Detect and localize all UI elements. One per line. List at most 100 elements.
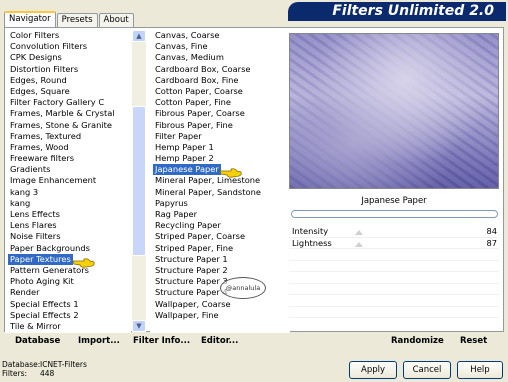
filter-item[interactable]: Fibrous Paper, Fine bbox=[150, 120, 290, 131]
slider-handle-icon[interactable] bbox=[355, 241, 363, 247]
filter-item[interactable]: Recycling Paper bbox=[150, 220, 290, 231]
category-item[interactable]: Paper Backgrounds bbox=[5, 243, 131, 254]
item-label: Special Effects 1 bbox=[10, 298, 79, 309]
item-label: Filter Paper bbox=[155, 130, 202, 141]
param-row-lightness[interactable]: Lightness 87 bbox=[289, 237, 499, 249]
category-item[interactable]: Lens Effects bbox=[5, 209, 131, 220]
reset-button[interactable]: Reset bbox=[460, 336, 487, 346]
filter-item[interactable]: Structure Paper 1 bbox=[150, 254, 290, 265]
filter-item[interactable]: Cardboard Box, Coarse bbox=[150, 64, 290, 75]
filter-info-button[interactable]: Filter Info... bbox=[133, 336, 190, 346]
category-item[interactable]: Photo Aging Kit bbox=[5, 276, 131, 287]
filter-item[interactable]: Cotton Paper, Fine bbox=[150, 97, 290, 108]
filter-item[interactable]: Striped Paper, Fine bbox=[150, 243, 290, 254]
randomize-button[interactable]: Randomize bbox=[391, 336, 444, 346]
slider-handle-icon[interactable] bbox=[355, 230, 363, 235]
cancel-button[interactable]: Cancel bbox=[403, 361, 451, 379]
filter-item[interactable]: Fibrous Paper, Coarse bbox=[150, 108, 290, 119]
item-label: Cotton Paper, Fine bbox=[155, 97, 231, 108]
import-button[interactable]: Import... bbox=[78, 336, 120, 346]
item-label: Cotton Paper, Coarse bbox=[155, 85, 243, 96]
filter-item[interactable]: Striped Paper, Coarse bbox=[150, 231, 290, 242]
category-item[interactable]: Special Effects 1 bbox=[5, 299, 131, 310]
category-item[interactable]: kang bbox=[5, 198, 131, 209]
filter-item[interactable]: Filter Paper bbox=[150, 131, 290, 142]
param-value: 84 bbox=[486, 226, 497, 236]
database-button[interactable]: Database bbox=[15, 336, 60, 346]
category-scrollbar[interactable]: ▲ ▼ bbox=[132, 30, 146, 332]
tab-bar: Navigator Presets About bbox=[4, 11, 135, 27]
param-label: Intensity bbox=[292, 226, 329, 236]
category-item[interactable]: Filter Factory Gallery C bbox=[5, 97, 131, 108]
item-label: Rag Paper bbox=[155, 209, 198, 219]
item-label: Render bbox=[10, 287, 40, 298]
item-label: Distortion Filters bbox=[10, 63, 79, 74]
filter-item[interactable]: Hemp Paper 1 bbox=[150, 142, 290, 153]
filter-item[interactable]: Papyrus bbox=[150, 198, 290, 209]
param-label: Lightness bbox=[292, 237, 332, 248]
category-item[interactable]: Edges, Square bbox=[5, 86, 131, 97]
category-item[interactable]: kang 3 bbox=[5, 187, 131, 198]
param-row-intensity[interactable]: Intensity 84 bbox=[289, 226, 499, 238]
category-item[interactable]: Freeware filters bbox=[5, 153, 131, 164]
item-label: Wallpaper, Coarse bbox=[155, 298, 231, 309]
category-item[interactable]: Frames, Wood bbox=[5, 142, 131, 153]
category-item[interactable]: Convolution Filters bbox=[5, 41, 131, 52]
category-item[interactable]: Image Enhancement bbox=[5, 175, 131, 186]
item-label: Cardboard Box, Fine bbox=[155, 74, 239, 85]
filter-item[interactable]: Mineral Paper, Sandstone bbox=[150, 187, 290, 198]
category-item[interactable]: Gradients bbox=[5, 164, 131, 175]
item-label: Japanese Paper bbox=[153, 164, 221, 176]
category-list[interactable]: Color Filters Convolution Filters CPK Desi… bbox=[5, 30, 131, 333]
item-label: Lens Flares bbox=[10, 220, 57, 231]
item-label: Structure Paper 1 bbox=[155, 253, 228, 264]
item-label: Fibrous Paper, Coarse bbox=[155, 108, 245, 119]
category-item[interactable]: Lens Flares bbox=[5, 220, 131, 231]
category-item[interactable]: Frames, Textured bbox=[5, 131, 131, 142]
filter-item[interactable]: Canvas, Medium bbox=[150, 52, 290, 63]
tab-about[interactable]: About bbox=[98, 13, 134, 27]
filter-item[interactable]: Rag Paper bbox=[150, 209, 290, 220]
category-item[interactable]: Render bbox=[5, 287, 131, 298]
category-item[interactable]: Special Effects 2 bbox=[5, 310, 131, 321]
item-label: Freeware filters bbox=[10, 153, 75, 164]
category-item[interactable]: Frames, Marble & Crystal bbox=[5, 108, 131, 119]
watermark-stamp: @annalula bbox=[220, 277, 266, 299]
item-label: Striped Paper, Coarse bbox=[155, 231, 246, 242]
category-item[interactable]: Pattern Generators bbox=[5, 265, 131, 276]
item-label: Striped Paper, Fine bbox=[155, 242, 234, 253]
category-item[interactable]: Noise Filters bbox=[5, 231, 131, 242]
category-item[interactable]: Frames, Stone & Granite bbox=[5, 120, 131, 131]
item-label: Fibrous Paper, Fine bbox=[155, 119, 233, 130]
scroll-up-button[interactable]: ▲ bbox=[132, 30, 146, 42]
item-label: Special Effects 2 bbox=[10, 309, 79, 320]
category-item[interactable]: Tile & Mirror bbox=[5, 321, 131, 332]
filter-item[interactable]: Cotton Paper, Coarse bbox=[150, 86, 290, 97]
category-item[interactable]: CPK Designs bbox=[5, 52, 131, 63]
category-item[interactable]: Color Filters bbox=[5, 30, 131, 41]
item-label: Papyrus bbox=[155, 197, 188, 208]
category-item[interactable]: Edges, Round bbox=[5, 75, 131, 86]
category-item[interactable]: Distortion Filters bbox=[5, 64, 131, 75]
tab-presets[interactable]: Presets bbox=[56, 13, 98, 27]
scroll-thumb[interactable] bbox=[132, 106, 146, 256]
tab-navigator[interactable]: Navigator bbox=[4, 11, 56, 27]
app-title: Filters Unlimited 2.0 bbox=[332, 3, 494, 19]
help-button[interactable]: Help bbox=[457, 361, 503, 379]
selected-filter-name: Japanese Paper bbox=[361, 196, 427, 206]
filters-count-value: 448 bbox=[40, 369, 55, 378]
item-label: Photo Aging Kit bbox=[10, 276, 74, 287]
filter-item[interactable]: Hemp Paper 2 bbox=[150, 153, 290, 164]
filter-item[interactable]: Cardboard Box, Fine bbox=[150, 75, 290, 86]
filter-item[interactable]: Structure Paper 2 bbox=[150, 265, 290, 276]
filter-item[interactable]: Canvas, Coarse bbox=[150, 30, 290, 41]
filter-item[interactable]: Wallpaper, Coarse bbox=[150, 299, 290, 310]
filter-item[interactable]: Wallpaper, Fine bbox=[150, 310, 290, 321]
filter-item[interactable]: Canvas, Fine bbox=[150, 41, 290, 52]
category-item[interactable]: Paper Textures bbox=[5, 253, 131, 265]
editor-button[interactable]: Editor... bbox=[201, 336, 238, 346]
item-label: Structure Paper 3 bbox=[155, 276, 228, 287]
apply-button[interactable]: Apply bbox=[349, 361, 397, 379]
scroll-down-button[interactable]: ▼ bbox=[132, 320, 146, 332]
item-label: Edges, Square bbox=[10, 85, 70, 96]
